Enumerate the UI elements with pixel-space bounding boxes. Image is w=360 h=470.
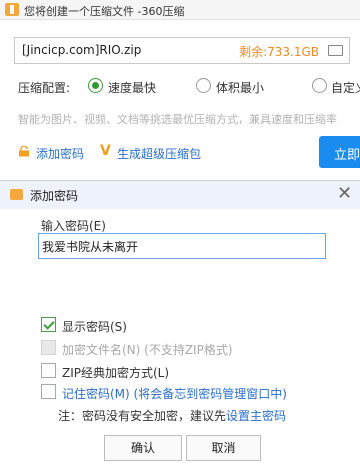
radio-fastest-label[interactable]: 速度最快 — [108, 79, 156, 96]
remember-password-checkbox[interactable] — [41, 384, 56, 399]
show-password-checkbox[interactable] — [41, 317, 56, 332]
dialog-title: 添加密码 — [30, 189, 79, 203]
security-note-text: 注：密码没有安全加密，建议先 — [58, 409, 227, 423]
password-input[interactable] — [38, 233, 326, 259]
super-pack-label: 生成超级压缩包 — [117, 147, 202, 161]
radio-custom[interactable] — [312, 78, 327, 93]
super-pack-link[interactable]: V 生成超级压缩包 — [100, 143, 215, 161]
lock-icon — [19, 146, 29, 157]
add-password-label: 添加密码 — [36, 147, 85, 161]
add-password-dialog: 添加密码 ✕ 输入密码(E) 显示密码(S) 加密文件名(N) (不支持ZIP格… — [0, 180, 360, 470]
radio-fastest[interactable] — [88, 78, 103, 93]
compress-config-label: 压缩配置: — [18, 81, 71, 95]
add-password-link[interactable]: 添加密码 — [18, 144, 98, 161]
zip-classic-label[interactable]: ZIP经典加密方式(L) — [62, 364, 169, 381]
compress-description: 智能为图片、视频、文档等挑选最优压缩方式，兼具速度和压缩率 — [18, 113, 337, 126]
radio-smallest-label[interactable]: 体积最小 — [216, 79, 264, 96]
remaining-space: 剩余:733.1GB — [239, 45, 319, 59]
folder-icon[interactable] — [328, 45, 343, 56]
archive-name-field[interactable]: [Jincicp.com]RIO.zip 剩余:733.1GB — [14, 37, 350, 64]
window-title: 您将创建一个压缩文件 -360压缩 — [24, 5, 185, 18]
remember-password-label[interactable]: 记住密码(M) (将会备忘到密码管理窗口中) — [62, 385, 287, 402]
encrypt-filenames-label: 加密文件名(N) (不支持ZIP格式) — [62, 343, 233, 357]
radio-smallest[interactable] — [196, 78, 211, 93]
app-logo-icon — [5, 3, 19, 16]
compress-now-button[interactable]: 立即 — [319, 136, 360, 168]
zip-classic-checkbox[interactable] — [41, 363, 56, 378]
compress-config-row: 压缩配置: 速度最快 体积最小 自定义 — [18, 78, 360, 96]
dialog-header: 添加密码 ✕ — [0, 181, 360, 209]
set-master-password-link[interactable]: 设置主密码 — [226, 409, 286, 423]
dialog-app-icon — [10, 189, 23, 200]
vip-icon: V — [100, 143, 111, 159]
encrypt-filenames-checkbox — [41, 340, 56, 355]
cancel-button[interactable]: 取消 — [186, 435, 261, 461]
password-label: 输入密码(E) — [41, 219, 106, 233]
confirm-button[interactable]: 确认 — [104, 435, 182, 461]
archive-name: [Jincicp.com]RIO.zip — [22, 43, 142, 57]
show-password-label[interactable]: 显示密码(S) — [62, 318, 127, 335]
close-icon[interactable]: ✕ — [337, 184, 352, 204]
security-note: 注：密码没有安全加密，建议先设置主密码 — [58, 407, 286, 424]
radio-custom-label[interactable]: 自定义 — [331, 79, 360, 96]
title-bar: 您将创建一个压缩文件 -360压缩 — [0, 0, 360, 20]
